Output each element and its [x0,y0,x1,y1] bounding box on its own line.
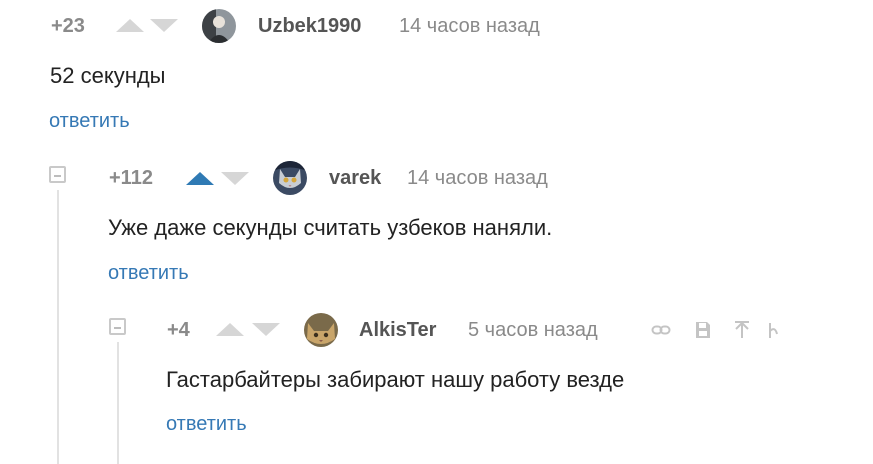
reply-link[interactable]: ответить [166,412,247,436]
upvote-icon[interactable] [216,323,244,336]
comment-score: +112 [109,167,153,189]
thread-line[interactable] [117,342,119,464]
comment-time[interactable]: 5 часов назад [468,318,598,342]
reply-link[interactable]: ответить [108,261,189,285]
avatar[interactable] [273,161,307,195]
comment-time[interactable]: 14 часов назад [407,166,548,190]
collapse-thread-button[interactable] [109,318,126,335]
comment-author[interactable]: Uzbek1990 [258,14,361,38]
comment-text: 52 секунды [50,63,166,88]
save-icon[interactable] [693,320,713,340]
upvote-icon[interactable] [116,19,144,32]
upvote-icon[interactable] [186,172,214,185]
thread-line[interactable] [57,190,59,464]
avatar[interactable] [202,9,236,43]
comment-author[interactable]: varek [329,166,381,190]
comment-score: +23 [51,15,85,37]
comment-author[interactable]: AlkisTer [359,318,436,342]
comment-score: +4 [167,319,190,341]
arrow-up-icon[interactable] [732,320,752,340]
link-icon[interactable] [651,320,671,340]
avatar[interactable] [304,313,338,347]
collapse-thread-button[interactable] [49,166,66,183]
comment-text: Уже даже секунды считать узбеков наняли. [108,215,553,240]
downvote-icon[interactable] [221,172,249,185]
downvote-icon[interactable] [150,19,178,32]
more-icon[interactable] [767,320,779,340]
comment-text: Гастарбайтеры забирают нашу работу везде [166,367,625,392]
reply-link[interactable]: ответить [49,109,130,133]
comment-time[interactable]: 14 часов назад [399,14,540,38]
downvote-icon[interactable] [252,323,280,336]
